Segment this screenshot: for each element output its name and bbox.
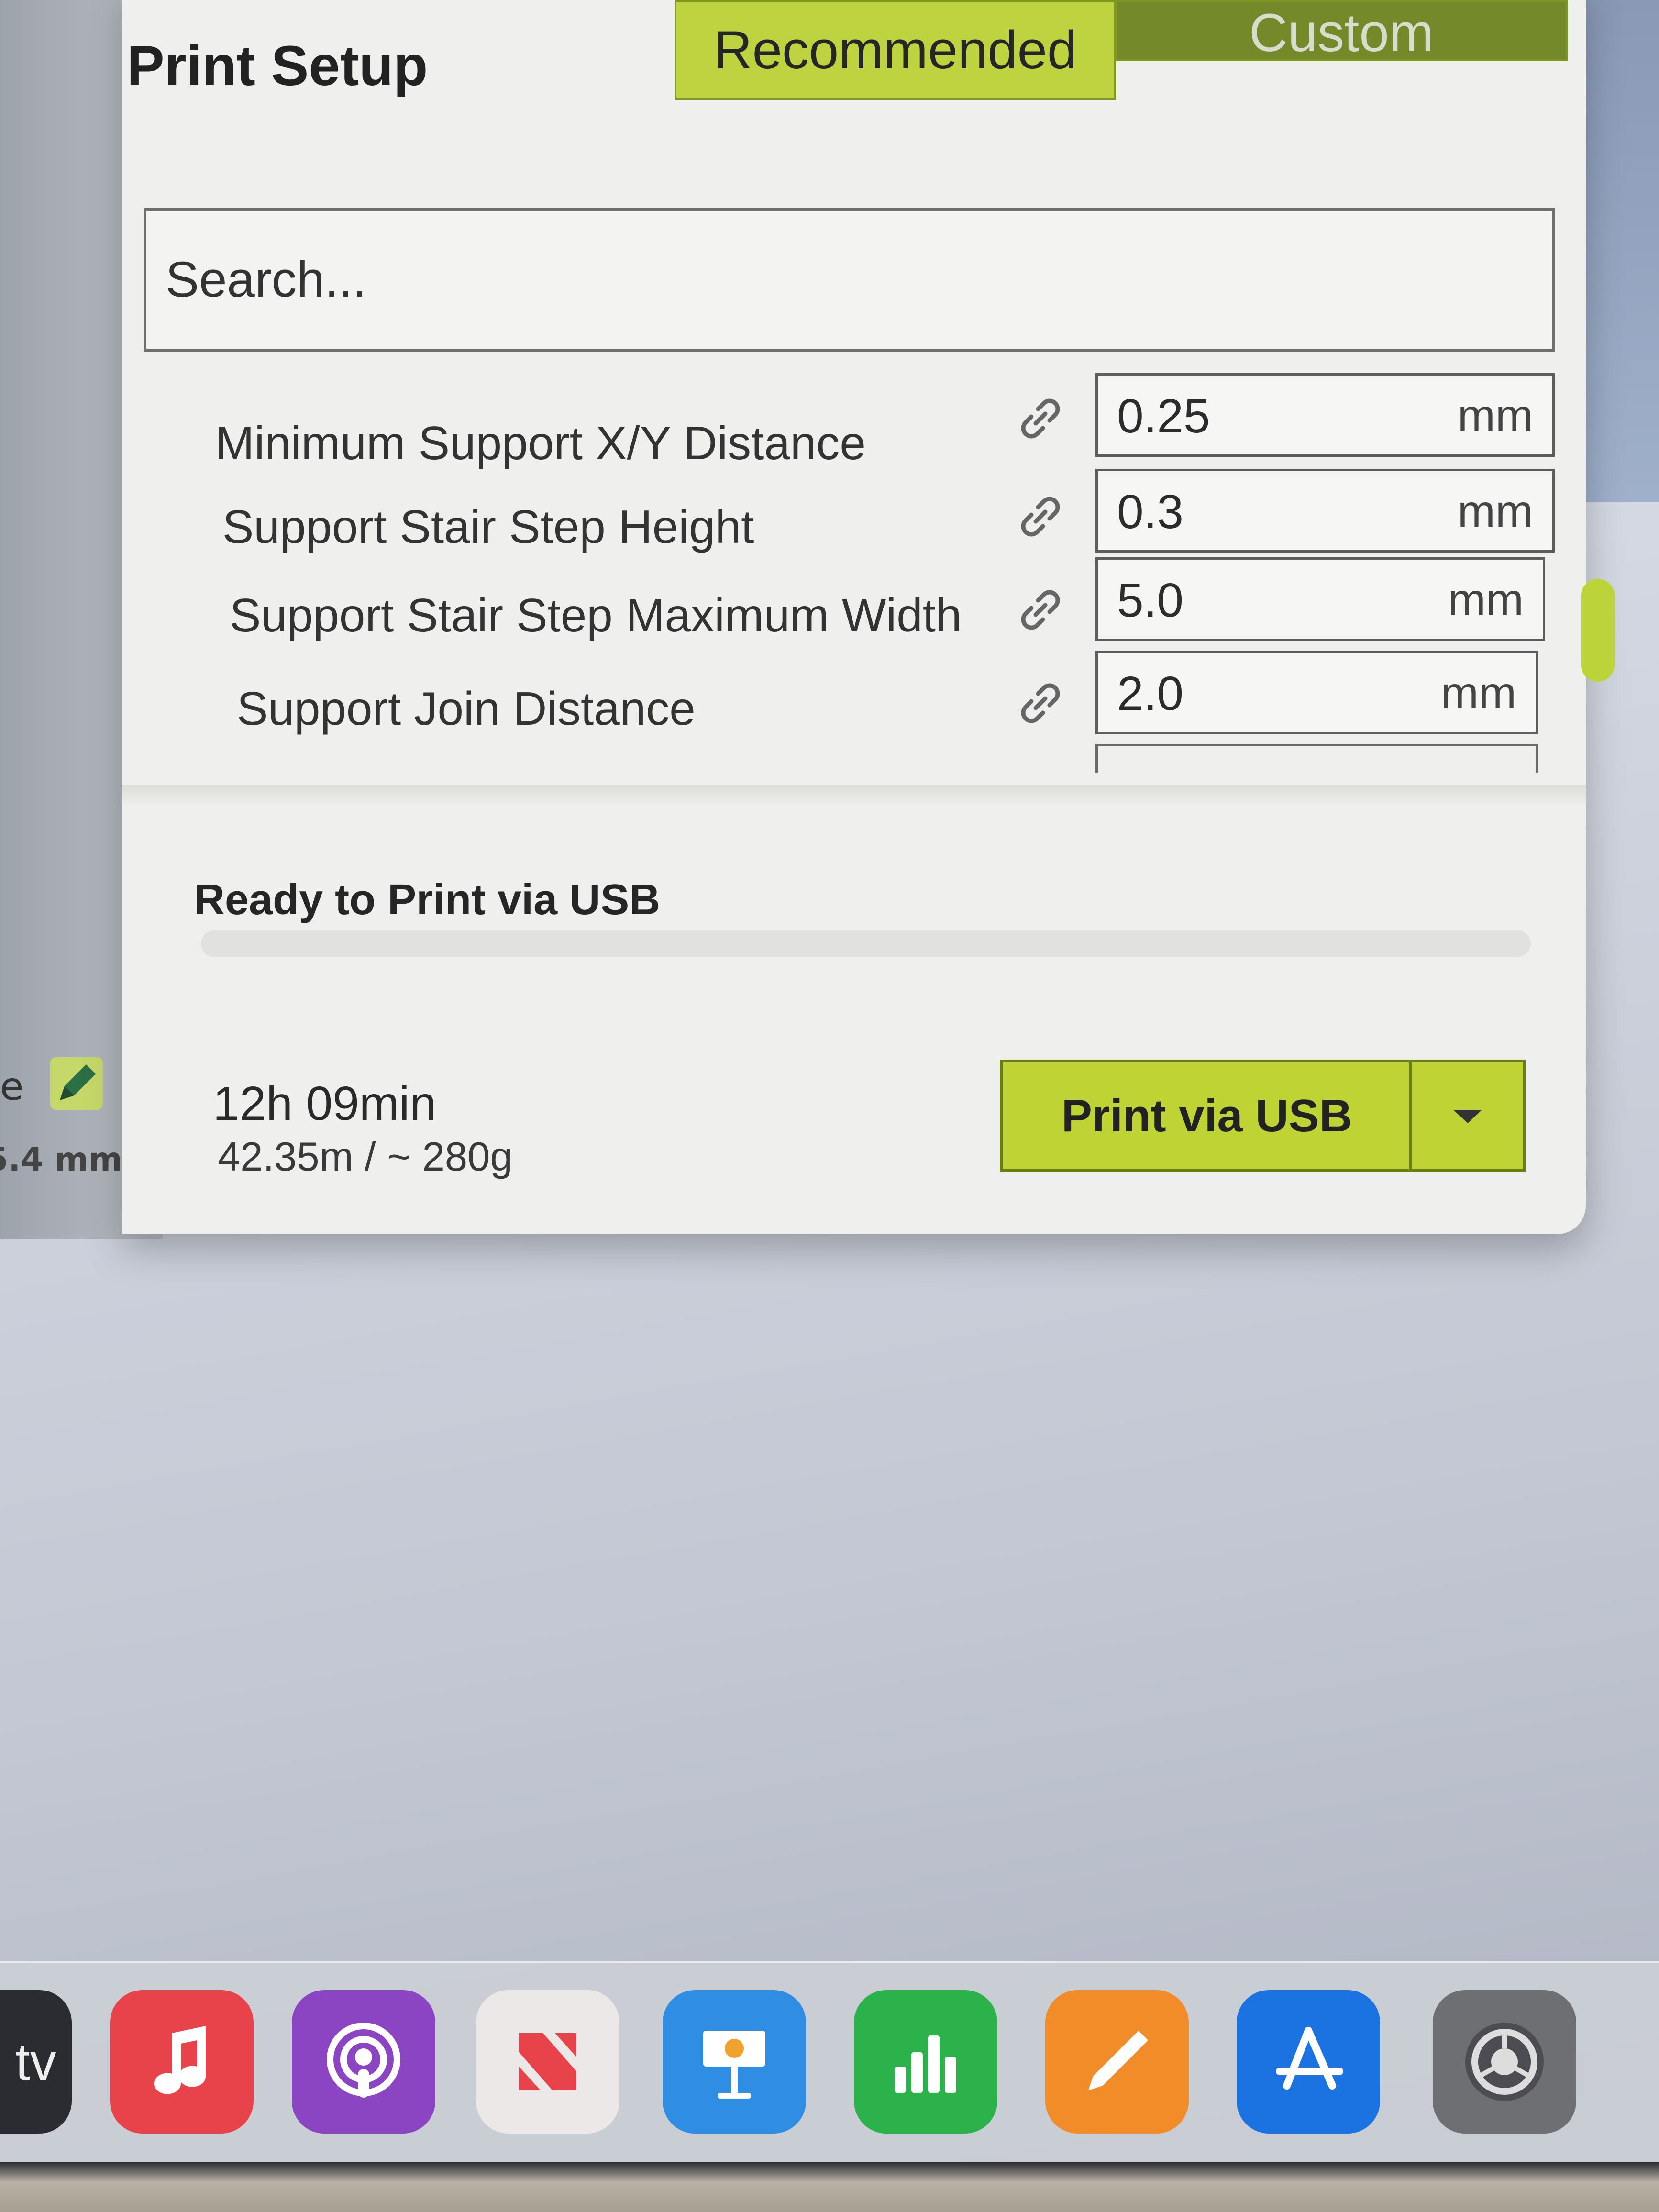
link-icon[interactable] [1014,584,1067,636]
laptop-bezel [0,2162,1659,2212]
background-window-edge [1586,0,1659,502]
value-text: 5.0 [1117,574,1184,627]
unit-label: mm [1440,668,1516,719]
podcasts-icon [327,2023,400,2098]
print-time-estimate: 12h 09min [213,1077,436,1130]
dock-item-keynote[interactable] [663,1990,806,2134]
link-icon[interactable] [1014,392,1067,445]
setting-row: Support Join Distance 2.0 mm [237,651,1576,746]
keynote-icon [703,2031,765,2099]
material-estimate: 42.35m / ~ 280g [218,1134,513,1180]
link-icon[interactable] [1014,490,1067,543]
dock-item-tv[interactable]: tv [0,1990,72,2134]
value-text: 0.25 [1117,389,1210,443]
news-icon [519,2033,576,2090]
setting-label: Minimum Support X/Y Distance [215,417,866,469]
value-field[interactable]: 0.3 mm [1095,469,1555,553]
pencil-icon[interactable] [50,1057,103,1110]
dock-item-podcasts[interactable] [292,1990,435,2134]
background-dimension-label: 5.4 mm [0,1141,122,1179]
setting-row: Minimum Support X/Y Distance 0.25 mm [215,373,1555,469]
chevron-down-icon [1453,1109,1482,1123]
print-options-dropdown[interactable] [1409,1060,1526,1172]
value-field[interactable]: 5.0 mm [1095,557,1545,641]
dock-item-system-preferences[interactable] [1433,1990,1576,2134]
print-status: Ready to Print via USB [194,876,661,924]
search-input[interactable]: Search... [144,208,1555,352]
setting-label: Support Join Distance [237,682,696,735]
value-text: 0.3 [1117,485,1184,539]
value-field-partial[interactable] [1095,744,1538,773]
dock-item-app-store[interactable] [1237,1990,1380,2134]
music-note-icon [154,2026,206,2094]
unit-label: mm [1448,575,1524,625]
unit-label: mm [1457,486,1533,537]
dock-item-music[interactable] [110,1990,254,2134]
unit-label: mm [1457,390,1533,441]
numbers-chart-icon [895,2035,956,2093]
setting-row: Support Stair Step Height 0.3 mm [222,469,1562,564]
setting-label: Support Stair Step Maximum Width [230,589,962,641]
dock-item-news[interactable] [476,1990,619,2134]
dock-item-numbers[interactable] [854,1990,997,2134]
app-store-icon [1276,2027,1343,2090]
gear-icon [1465,2023,1544,2101]
tab-recommended[interactable]: Recommended [675,0,1116,100]
print-via-usb-button[interactable]: Print via USB [1000,1060,1411,1172]
section-divider [122,785,1586,804]
setting-label: Support Stair Step Height [222,500,754,553]
panel-title: Print Setup [127,34,428,98]
pages-pen-icon [1088,2031,1148,2090]
value-field[interactable]: 2.0 mm [1095,651,1538,734]
progress-bar [201,930,1531,957]
dock-item-label: tv [15,2032,56,2091]
link-icon[interactable] [1014,677,1067,730]
setting-row: Support Stair Step Maximum Width 5.0 mm [230,557,1569,653]
background-label: e [0,1064,24,1109]
dock-item-pages[interactable] [1045,1990,1189,2134]
value-text: 2.0 [1117,667,1184,720]
tab-custom[interactable]: Custom [1115,0,1568,63]
settings-scrollbar[interactable] [1581,579,1615,682]
value-field[interactable]: 0.25 mm [1095,373,1555,457]
